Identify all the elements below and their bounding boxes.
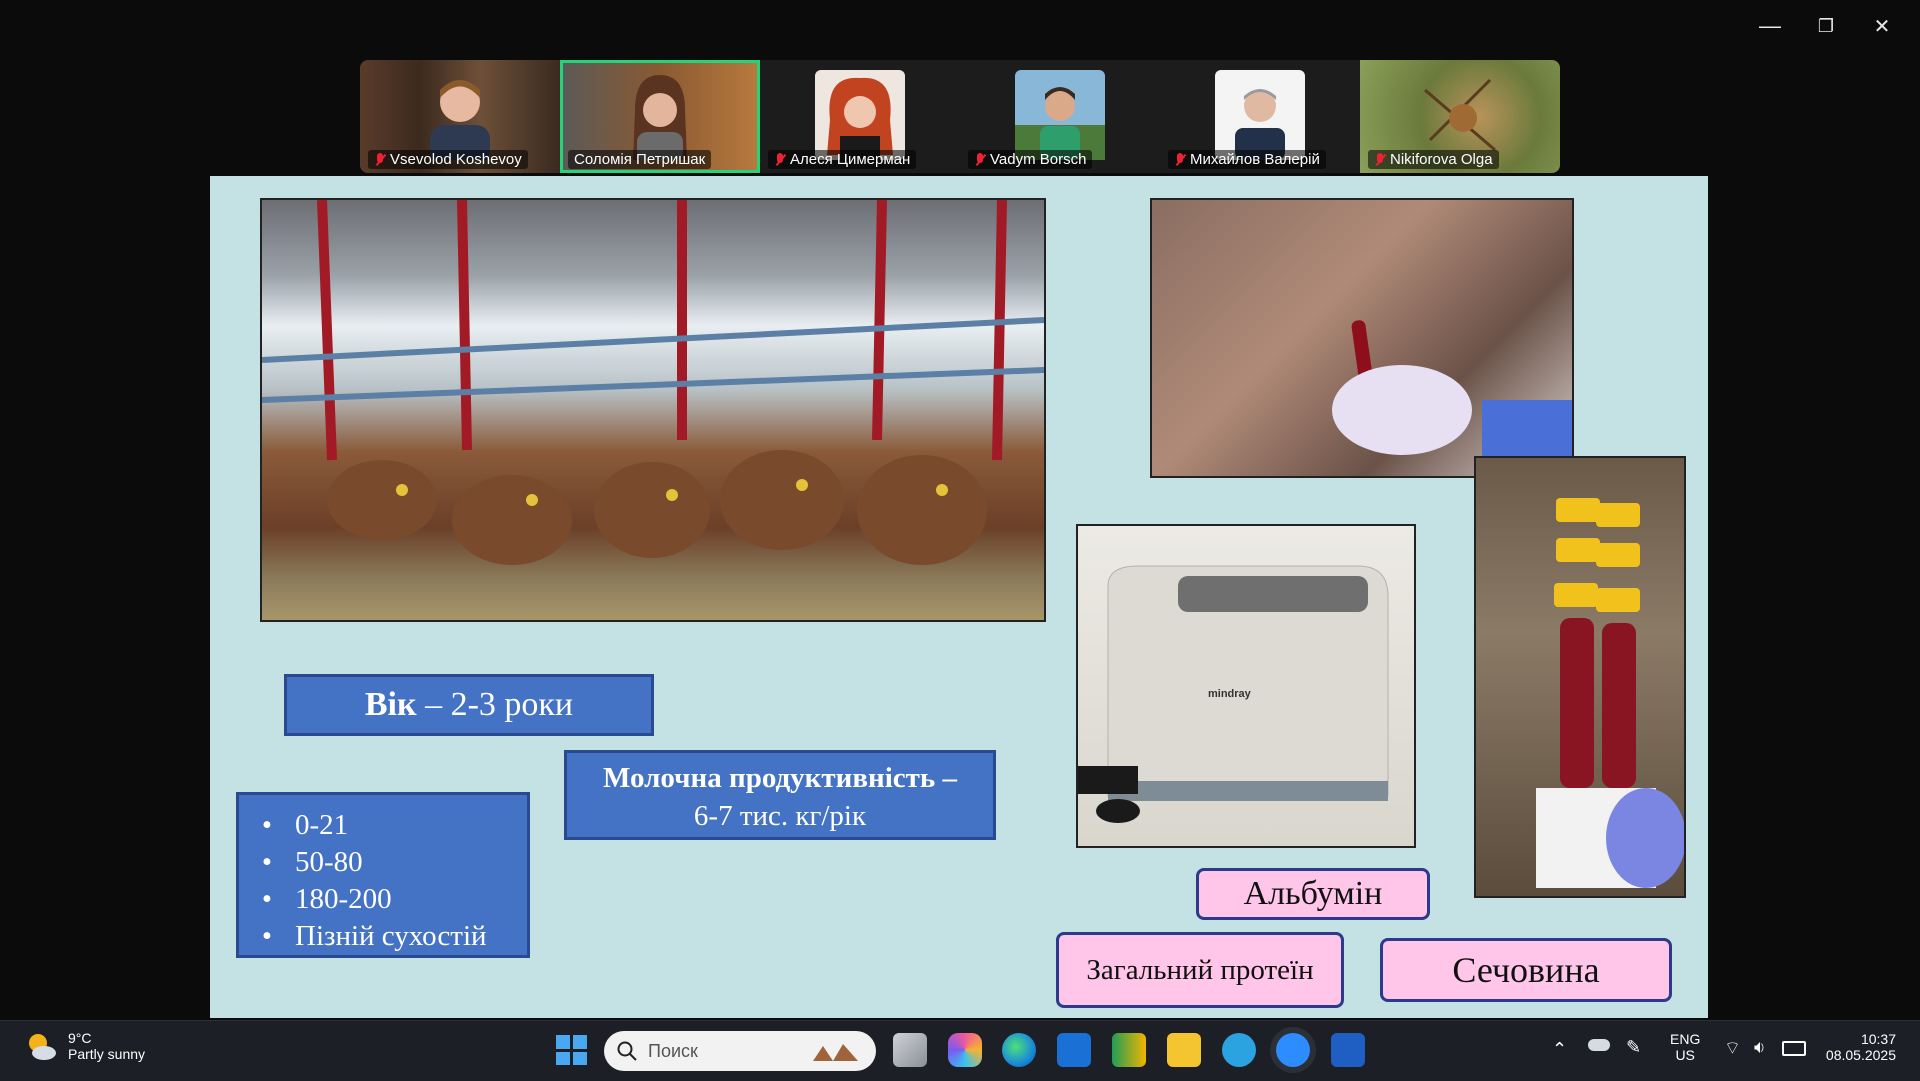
participant-tile[interactable]: Алеся Цимерман — [760, 60, 960, 173]
participant-tile[interactable]: Михайлов Валерій — [1160, 60, 1360, 173]
participant-avatar — [815, 70, 905, 160]
file-explorer-icon[interactable] — [1167, 1033, 1201, 1067]
barn-illustration — [262, 200, 1044, 565]
participant-tile[interactable]: Vsevolod Koshevoy — [360, 60, 560, 173]
analyzer-brand: mindray — [1208, 688, 1251, 700]
albumin-label: Альбумін — [1196, 868, 1430, 920]
participant-strip: Vsevolod Koshevoy Соломія Петришак Алеся… — [360, 60, 1560, 173]
urea-label: Сечовина — [1380, 938, 1672, 1002]
list-item: • 50-80 — [261, 846, 363, 878]
participant-tile[interactable]: Nikiforova Olga — [1360, 60, 1560, 173]
milk-productivity-value: 6-7 тис. кг/рік — [693, 800, 867, 832]
window-controls: — ❐ ✕ — [1742, 8, 1910, 44]
list-item: • 180-200 — [261, 883, 392, 915]
copilot-icon[interactable] — [948, 1033, 982, 1067]
participant-name: Vadym Borsch — [968, 150, 1093, 169]
mic-muted-icon — [374, 152, 386, 167]
list-item: • Пізній сухостій — [261, 920, 487, 952]
participant-tile[interactable]: Vadym Borsch — [960, 60, 1160, 173]
participant-video — [1424, 78, 1496, 152]
word-icon[interactable] — [1331, 1033, 1365, 1067]
restore-button[interactable]: ❐ — [1798, 8, 1854, 44]
task-view-icon[interactable] — [893, 1033, 927, 1067]
search-icon — [617, 1041, 637, 1061]
tubes-illustration — [1536, 498, 1684, 888]
search-placeholder: Поиск — [648, 1040, 698, 1061]
telegram-icon[interactable] — [1222, 1033, 1256, 1067]
analyzer-illustration — [1078, 565, 1389, 823]
participant-name: Соломія Петришак — [568, 150, 712, 169]
weather-widget[interactable]: 9°C Partly sunny — [24, 1029, 145, 1063]
milk-productivity-box: Молочна продуктивність – 6-7 тис. кг/рік — [564, 750, 996, 840]
blood-tubes-photo — [1474, 456, 1686, 898]
cloud-icon[interactable] — [1588, 1039, 1610, 1051]
show-hidden-icons[interactable]: ⌃ — [1552, 1039, 1567, 1060]
participant-name: Vsevolod Koshevoy — [368, 150, 528, 169]
close-button[interactable]: ✕ — [1854, 8, 1910, 44]
blood-sampling-photo — [1150, 198, 1574, 478]
participant-name: Михайлов Валерій — [1168, 150, 1326, 169]
edge-icon[interactable] — [1002, 1033, 1036, 1067]
milk-productivity-title: Молочна продуктивність – — [603, 762, 957, 794]
weather-temp: 9°C — [68, 1030, 92, 1046]
mic-muted-icon — [1374, 152, 1386, 167]
partly-sunny-icon — [29, 1034, 56, 1060]
shared-slide: mindray Вік – 2-3 роки Молочна продуктив… — [210, 176, 1708, 1018]
clock[interactable]: 10:37 08.05.2025 — [1820, 1031, 1896, 1063]
language-indicator[interactable]: ENG US — [1670, 1031, 1700, 1063]
list-item: • 0-21 — [261, 809, 349, 841]
minimize-button[interactable]: — — [1742, 8, 1798, 44]
pen-icon[interactable]: ✎ — [1626, 1037, 1641, 1058]
total-protein-label: Загальний протеїн — [1056, 932, 1344, 1008]
participant-avatar — [1015, 70, 1105, 160]
wifi-icon[interactable]: ⌔ — [1724, 1037, 1741, 1060]
mic-muted-icon — [1174, 152, 1186, 167]
participant-avatar — [1215, 70, 1305, 160]
battery-icon[interactable] — [1782, 1041, 1806, 1056]
biochemistry-analyzer-photo: mindray — [1076, 524, 1416, 848]
barn-cows-photo — [260, 198, 1046, 622]
zoom-icon[interactable] — [1276, 1033, 1310, 1067]
age-value: – 2-3 роки — [416, 686, 574, 723]
volume-icon[interactable]: 🔉︎ — [1754, 1037, 1765, 1058]
mic-muted-icon — [774, 152, 786, 167]
age-label: Вік — [364, 686, 417, 723]
sampling-illustration — [1332, 320, 1572, 476]
participant-tile-active[interactable]: Соломія Петришак — [560, 60, 760, 173]
lactation-days-list: • 0-21 • 50-80 • 180-200 • Пізній сухостій — [236, 792, 530, 958]
participant-name: Nikiforova Olga — [1368, 150, 1499, 169]
participant-video — [430, 80, 490, 160]
start-icon[interactable] — [554, 1033, 588, 1067]
outlook-icon[interactable] — [1057, 1033, 1091, 1067]
participant-name: Алеся Цимерман — [768, 150, 917, 169]
age-box: Вік – 2-3 роки — [284, 674, 654, 736]
weather-desc: Partly sunny — [68, 1046, 146, 1062]
taskbar-search[interactable]: Поиск — [604, 1031, 876, 1071]
meet-icon[interactable] — [1112, 1033, 1146, 1067]
search-highlight-icon — [813, 1044, 858, 1061]
taskbar: 9°C Partly sunny Поиск ⌃ ✎ ENG US ⌔ 🔉︎ 1… — [0, 1020, 1920, 1081]
participant-video — [633, 75, 687, 160]
mic-muted-icon — [974, 152, 986, 167]
